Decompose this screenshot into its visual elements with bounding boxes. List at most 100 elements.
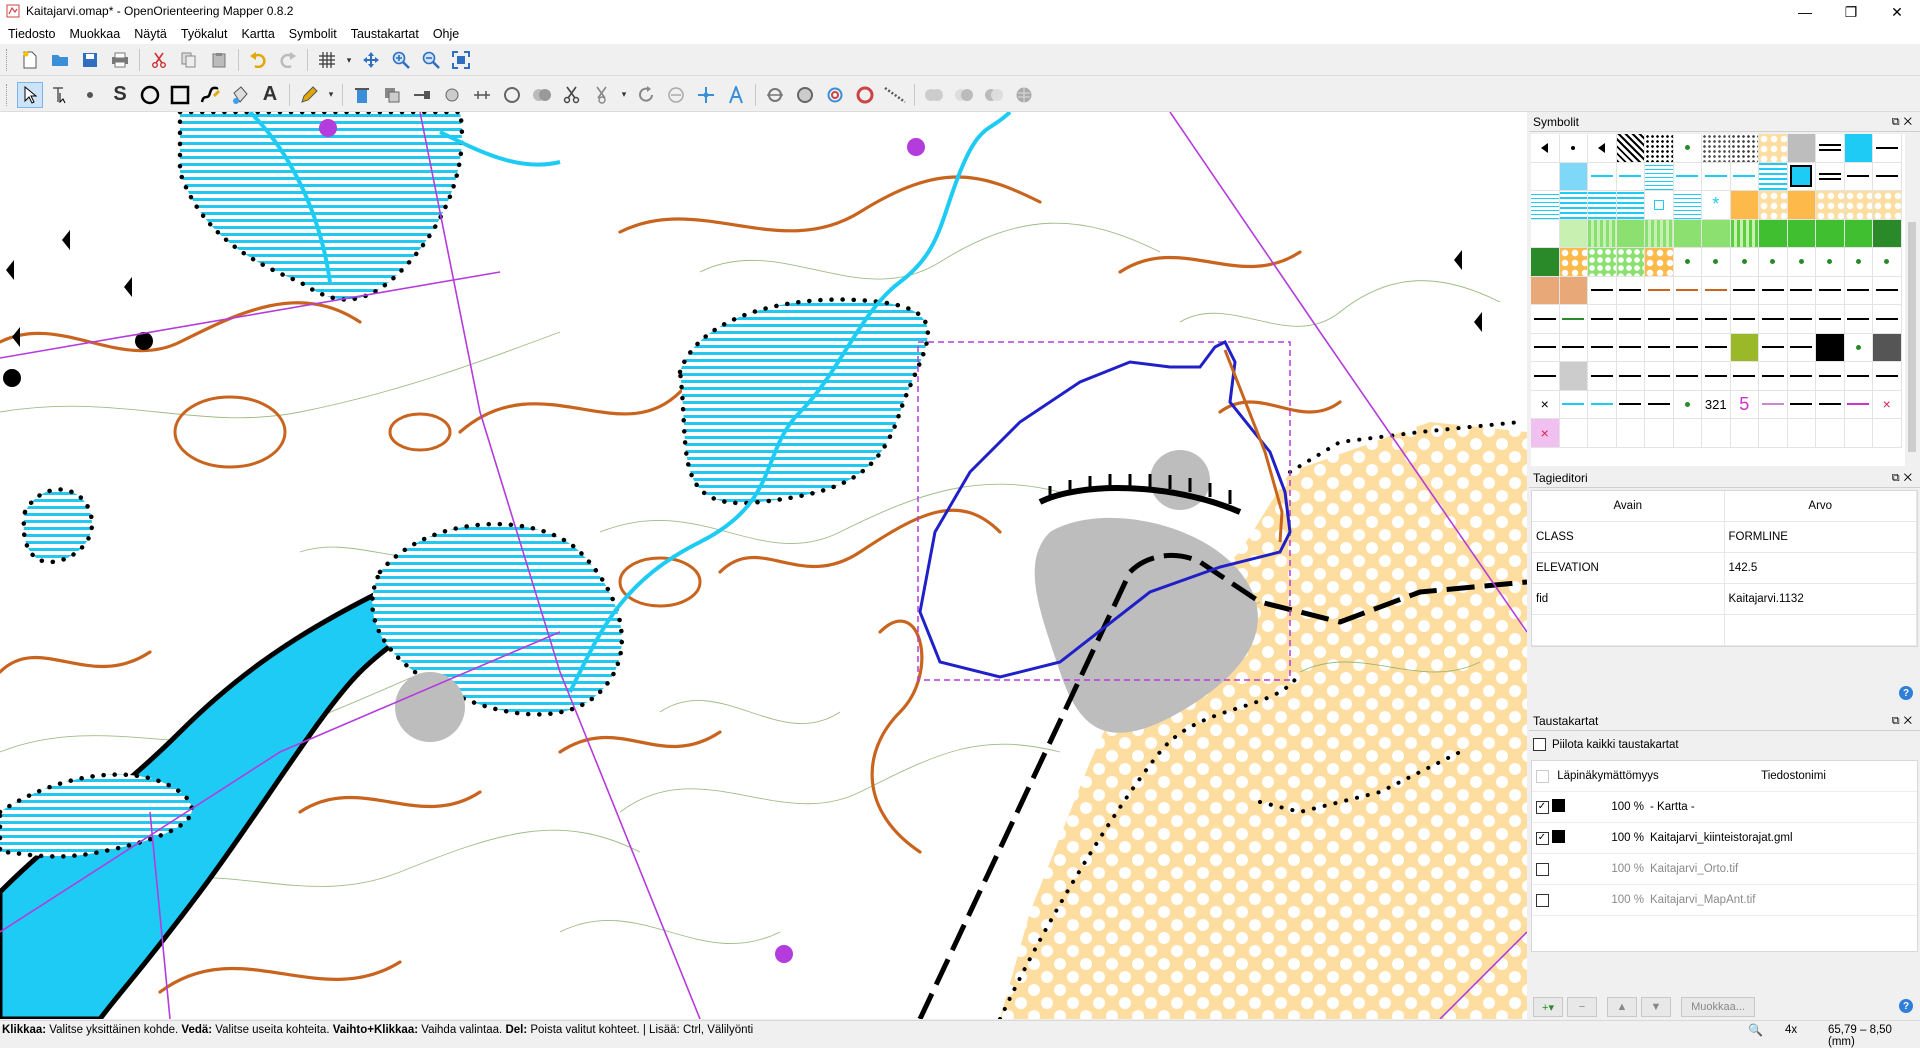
symbol-cell[interactable] <box>1730 134 1759 163</box>
menu-tools[interactable]: Työkalut <box>174 27 235 41</box>
symbol-cell[interactable] <box>1873 162 1902 191</box>
template-name[interactable]: Kaitajarvi_Orto.tif <box>1650 863 1917 875</box>
symbol-cell[interactable] <box>1844 362 1873 391</box>
symbol-cell[interactable] <box>1730 362 1759 391</box>
opacity-value[interactable]: 100 % <box>1572 863 1650 875</box>
symbol-cell[interactable] <box>1673 362 1702 391</box>
save-icon[interactable] <box>77 47 103 73</box>
symbol-cell[interactable] <box>1673 219 1702 248</box>
symbol-cell[interactable] <box>1588 219 1617 248</box>
symbol-cell[interactable] <box>1759 134 1788 163</box>
symbol-cell[interactable] <box>1559 248 1588 277</box>
edit-lines-icon[interactable] <box>47 82 73 108</box>
symbol-cell[interactable] <box>1559 219 1588 248</box>
symbol-cell[interactable] <box>1559 276 1588 305</box>
symbol-cell[interactable] <box>1873 248 1902 277</box>
symbol-cell[interactable] <box>1531 248 1560 277</box>
redo-icon[interactable] <box>275 47 301 73</box>
symbol-cell[interactable] <box>1816 419 1845 448</box>
opacity-value[interactable]: 100 % <box>1572 894 1650 906</box>
symbol-cell[interactable] <box>1702 248 1731 277</box>
pencil-dropdown-icon[interactable]: ▾ <box>326 82 336 108</box>
symbol-cell[interactable] <box>1673 248 1702 277</box>
table-row[interactable]: 100 % Kaitajarvi_MapAnt.tif <box>1532 885 1917 916</box>
symbol-cell[interactable] <box>1531 305 1560 334</box>
boolean-union-icon[interactable] <box>921 82 947 108</box>
symbol-cell[interactable] <box>1702 305 1731 334</box>
symbol-cell[interactable] <box>1702 162 1731 191</box>
fill-border-icon[interactable] <box>439 82 465 108</box>
symbol-cell[interactable] <box>1645 362 1674 391</box>
symbol-cell[interactable] <box>1673 276 1702 305</box>
symbol-cell[interactable] <box>1588 305 1617 334</box>
fill-icon[interactable] <box>227 82 253 108</box>
fullscreen-icon[interactable] <box>448 47 474 73</box>
symbol-cell[interactable] <box>1616 134 1645 163</box>
symbol-cell[interactable] <box>1873 333 1902 362</box>
minimize-button[interactable]: — <box>1782 0 1828 24</box>
symbol-cell[interactable] <box>1730 162 1759 191</box>
symbol-cell[interactable] <box>1759 219 1788 248</box>
symbol-cell[interactable] <box>1673 333 1702 362</box>
table-row[interactable]: ✓ 100 % Kaitajarvi_kiinteistorajat.gml <box>1532 823 1917 854</box>
paste-icon[interactable] <box>206 47 232 73</box>
symbol-cell[interactable] <box>1616 248 1645 277</box>
map-drawing[interactable] <box>0 112 1527 1019</box>
cut-path-icon[interactable] <box>469 82 495 108</box>
symbol-cell[interactable] <box>1873 134 1902 163</box>
symbol-cell[interactable] <box>1816 219 1845 248</box>
tag-key[interactable]: CLASS <box>1532 522 1725 552</box>
symbol-cell[interactable] <box>1673 305 1702 334</box>
symbol-cell[interactable] <box>1844 162 1873 191</box>
symbol-cell[interactable] <box>1816 333 1845 362</box>
grid-dropdown-icon[interactable]: ▾ <box>344 47 354 73</box>
tag-key[interactable]: fid <box>1532 584 1725 614</box>
menu-map[interactable]: Kartta <box>234 27 281 41</box>
draw-path-icon[interactable]: S <box>107 82 133 108</box>
symbol-cell[interactable] <box>1759 162 1788 191</box>
symbol-cell[interactable] <box>1559 419 1588 448</box>
open-folder-icon[interactable] <box>47 47 73 73</box>
symbol-cell[interactable] <box>1645 276 1674 305</box>
symbol-cell[interactable] <box>1759 390 1788 419</box>
maximize-button[interactable]: ❐ <box>1828 0 1874 24</box>
symbol-cell[interactable] <box>1588 362 1617 391</box>
draw-text-icon[interactable]: A <box>257 82 283 108</box>
help-icon[interactable]: ? <box>1899 686 1913 700</box>
zoom-out-icon[interactable] <box>418 47 444 73</box>
tag-value[interactable] <box>1725 615 1917 645</box>
symbol-cell[interactable] <box>1588 419 1617 448</box>
symbol-cell[interactable] <box>1730 219 1759 248</box>
toolbar-grip[interactable] <box>6 49 11 71</box>
symbol-cell[interactable] <box>1588 248 1617 277</box>
convert-text-icon[interactable] <box>723 82 749 108</box>
symbol-cell[interactable] <box>1759 419 1788 448</box>
draw-circle-icon[interactable] <box>137 82 163 108</box>
symbol-cell[interactable] <box>1645 134 1674 163</box>
symbol-cell[interactable] <box>1873 219 1902 248</box>
symbol-cell[interactable] <box>1787 219 1816 248</box>
symbol-cell[interactable] <box>1531 162 1560 191</box>
symbol-cell[interactable] <box>1559 333 1588 362</box>
symbol-cell[interactable] <box>1702 219 1731 248</box>
pan-icon[interactable] <box>358 47 384 73</box>
symbol-cell[interactable] <box>1844 390 1873 419</box>
symbol-cell[interactable] <box>1616 305 1645 334</box>
table-row[interactable]: 100 % Kaitajarvi_Orto.tif <box>1532 854 1917 885</box>
symbol-cell[interactable] <box>1730 191 1759 220</box>
tag-table[interactable]: Avain Arvo CLASS FORMLINE ELEVATION 142.… <box>1531 490 1918 647</box>
table-row[interactable]: CLASS FORMLINE <box>1532 522 1917 553</box>
undo-icon[interactable] <box>245 47 271 73</box>
symbol-cell[interactable] <box>1816 162 1845 191</box>
symbol-cell[interactable] <box>1673 191 1702 220</box>
table-row-empty[interactable] <box>1532 615 1917 646</box>
symbol-cell[interactable]: 5 <box>1730 390 1759 419</box>
hide-all-templates-checkbox[interactable]: Piilota kaikki taustakartat <box>1533 738 1679 751</box>
symbol-cell[interactable] <box>1787 333 1816 362</box>
symbol-cell[interactable] <box>1787 191 1816 220</box>
symbol-cell[interactable] <box>1645 390 1674 419</box>
symbol-cell[interactable] <box>1645 191 1674 220</box>
symbol-cell[interactable] <box>1844 305 1873 334</box>
table-row[interactable]: ELEVATION 142.5 <box>1532 553 1917 584</box>
symbol-cell[interactable] <box>1673 419 1702 448</box>
